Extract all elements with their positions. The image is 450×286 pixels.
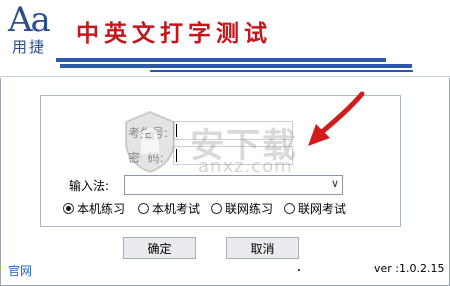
radio-label: 联网考试 (298, 202, 347, 216)
radio-online-exam[interactable]: 联网考试 (284, 200, 346, 217)
radio-label: 本机练习 (77, 202, 126, 216)
header-divider (0, 76, 450, 77)
app-title: 中英文打字测试 (76, 20, 272, 47)
radio-circle-icon (138, 203, 149, 214)
radio-online-practice[interactable]: 联网练习 (211, 200, 273, 217)
input-method-select[interactable]: ∨ (124, 175, 343, 195)
text-caret (176, 124, 177, 137)
version-label: ver :1.0.2.15 (374, 262, 445, 275)
examinee-label: 考生号: (128, 126, 169, 140)
text-caret (176, 149, 177, 162)
radio-label: 联网练习 (225, 202, 274, 216)
app-logo: Aa 用捷 (8, 0, 60, 56)
official-site-link[interactable]: 官网 (8, 262, 32, 279)
radio-circle-icon (211, 203, 222, 214)
logo-sub-text: 用捷 (12, 38, 47, 56)
chevron-down-icon: ∨ (330, 177, 339, 190)
radio-local-practice[interactable]: 本机练习 (63, 200, 125, 217)
mode-radio-group: 本机练习 本机考试 联网练习 联网考试 (63, 200, 393, 218)
status-dot (298, 269, 300, 271)
ok-button[interactable]: 确定 (123, 237, 196, 259)
header-stripe-3 (150, 70, 413, 72)
password-input[interactable] (173, 146, 293, 165)
input-method-label: 输入法: (69, 179, 110, 193)
radio-label: 本机考试 (152, 202, 201, 216)
logo-main-text: Aa (8, 0, 51, 40)
radio-circle-icon (284, 203, 295, 214)
header-stripe-2 (60, 64, 412, 68)
cancel-button[interactable]: 取消 (226, 237, 299, 259)
password-label: 密 码: (128, 151, 164, 165)
radio-local-exam[interactable]: 本机考试 (138, 200, 200, 217)
red-arrow-icon (308, 91, 365, 146)
radio-circle-icon (63, 203, 74, 214)
header-stripe-1 (56, 58, 386, 62)
examinee-input[interactable] (173, 121, 293, 140)
app-header: Aa 用捷 中英文打字测试 (0, 0, 450, 78)
